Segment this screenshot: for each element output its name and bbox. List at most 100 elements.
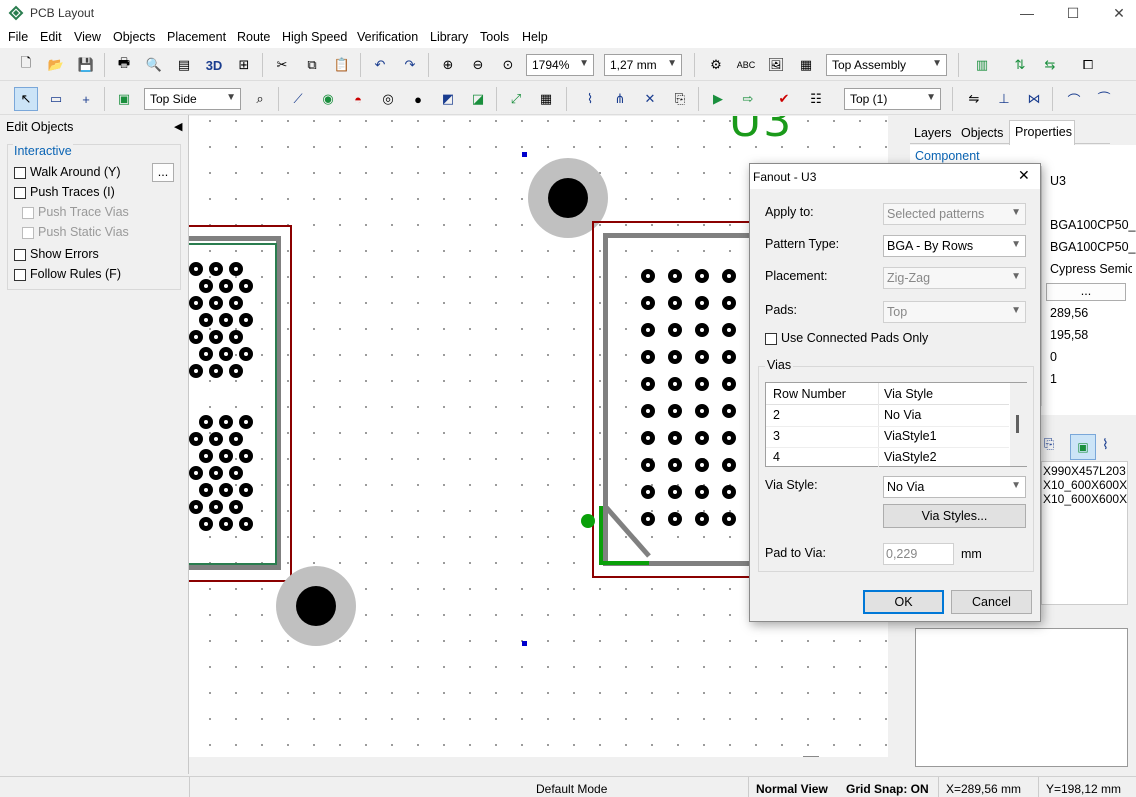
bga-pad[interactable] <box>668 512 682 526</box>
table-scrollbar[interactable] <box>1010 383 1027 466</box>
zoom-in-icon[interactable]: ⊕ <box>436 53 460 77</box>
tab-layers[interactable]: Layers <box>914 126 952 140</box>
component-wizard-icon[interactable]: ⚙ <box>704 53 728 77</box>
bga-pad[interactable] <box>199 415 213 429</box>
bga-pad[interactable] <box>219 415 233 429</box>
bga-pad[interactable] <box>668 404 682 418</box>
zoom-fit-icon[interactable]: ⊙ <box>496 53 520 77</box>
bga-pad[interactable] <box>209 262 223 276</box>
bga-pad[interactable] <box>199 449 213 463</box>
table-row-style[interactable]: ViaStyle1 <box>884 429 937 443</box>
fanout-icon[interactable]: ⋔ <box>608 87 632 111</box>
view-3d-button[interactable]: 3D <box>202 53 226 77</box>
length-tune-icon[interactable]: ⊥ <box>992 87 1016 111</box>
redo-icon[interactable]: ↷ <box>398 53 422 77</box>
via-style-select[interactable]: No Via ▼ <box>883 476 1026 498</box>
bga-pad[interactable] <box>641 323 655 337</box>
place-via-icon[interactable]: ◉ <box>316 87 340 111</box>
diff-pair-icon[interactable]: ⋈ <box>1022 87 1046 111</box>
bga-pad[interactable] <box>229 432 243 446</box>
status-grid-snap[interactable]: Grid Snap: ON <box>846 782 929 796</box>
spell-check-icon[interactable]: ABC <box>734 53 758 77</box>
bga-pad[interactable] <box>668 269 682 283</box>
qr-code-icon[interactable]: ▦ <box>794 53 818 77</box>
table-row-style[interactable]: No Via <box>884 408 921 422</box>
board-icon[interactable]: ▥ <box>970 53 994 77</box>
assembly-select[interactable]: Top Assembly ▼ <box>826 54 947 76</box>
bga-pad[interactable] <box>239 517 253 531</box>
bga-pad[interactable] <box>668 431 682 445</box>
bga-pad[interactable] <box>722 377 736 391</box>
bga-pad[interactable] <box>239 449 253 463</box>
property-pattern[interactable]: BGA100CP50_ <box>1050 218 1135 232</box>
drc-check-icon[interactable]: ✔ <box>772 87 796 111</box>
pad-icon[interactable]: ◎ <box>376 87 400 111</box>
new-file-icon[interactable]: 🗋 <box>14 53 38 77</box>
zoom-out-icon[interactable]: ⊖ <box>466 53 490 77</box>
apply-to-select[interactable]: Selected patterns ▼ <box>883 203 1026 225</box>
bga-pad[interactable] <box>199 483 213 497</box>
bga-pad[interactable] <box>189 500 203 514</box>
bga-pad[interactable] <box>209 466 223 480</box>
bga-pad[interactable] <box>219 347 233 361</box>
bga-pad[interactable] <box>209 364 223 378</box>
close-icon[interactable]: ✕ <box>1018 167 1030 184</box>
push-static-vias-checkbox[interactable]: Push Static Vias <box>22 225 129 239</box>
bga-pad[interactable] <box>695 269 709 283</box>
mounting-hole-bottom[interactable] <box>276 566 356 646</box>
menu-view[interactable]: View <box>74 30 101 44</box>
table-icon[interactable]: ▦ <box>534 87 558 111</box>
distribute-icon[interactable]: ⇆ <box>1038 53 1062 77</box>
bga-pad[interactable] <box>229 500 243 514</box>
route-trace-icon[interactable]: ⟋ <box>286 87 310 111</box>
bga-pad[interactable] <box>695 377 709 391</box>
bga-pad[interactable] <box>189 262 203 276</box>
bga-pad[interactable] <box>199 347 213 361</box>
interactive-route-icon[interactable]: ⌇ <box>578 87 602 111</box>
menu-edit[interactable]: Edit <box>40 30 62 44</box>
menu-route[interactable]: Route <box>237 30 270 44</box>
property-layer[interactable]: 1 <box>1050 372 1057 386</box>
bga-pad[interactable] <box>189 466 203 480</box>
push-trace-vias-checkbox[interactable]: Push Trace Vias <box>22 205 129 219</box>
swap-icon[interactable]: ⇋ <box>962 87 986 111</box>
bga-pad[interactable] <box>722 404 736 418</box>
route-arc-icon[interactable]: ◓ <box>346 87 370 111</box>
bga-pad[interactable] <box>239 415 253 429</box>
bga-pad[interactable] <box>209 330 223 344</box>
zoom-select[interactable]: 1794% ▼ <box>526 54 594 76</box>
bga-pad[interactable] <box>695 431 709 445</box>
hole-icon[interactable]: ● <box>406 87 430 111</box>
grid-select[interactable]: 1,27 mm ▼ <box>604 54 682 76</box>
open-folder-icon[interactable]: 📂 <box>44 53 68 77</box>
select-area-icon[interactable]: ▭ <box>44 87 68 111</box>
binoculars-icon[interactable]: ⌕ <box>248 87 272 111</box>
crosshair-icon[interactable]: + <box>74 87 98 111</box>
plane-icon[interactable]: ◪ <box>466 87 490 111</box>
menu-verification[interactable]: Verification <box>357 30 418 44</box>
property-details-button[interactable]: ... <box>1046 283 1126 301</box>
report-icon[interactable]: ▤ <box>172 53 196 77</box>
drc-report-icon[interactable]: ☷ <box>804 87 828 111</box>
bga-pad[interactable] <box>668 458 682 472</box>
bga-pad[interactable] <box>668 350 682 364</box>
autoroute-step-icon[interactable]: ⇨ <box>736 87 760 111</box>
push-traces-checkbox[interactable]: Push Traces (I) <box>14 185 115 199</box>
pattern-line[interactable]: X10_600X600X: <box>1042 478 1127 492</box>
bga-pad[interactable] <box>239 279 253 293</box>
bga-pad[interactable] <box>722 431 736 445</box>
bga-pad[interactable] <box>695 404 709 418</box>
layer-select[interactable]: Top (1) ▼ <box>844 88 941 110</box>
table-row-number[interactable]: 4 <box>773 450 780 464</box>
property-refdes[interactable]: U3 <box>1050 174 1066 188</box>
bga-pad[interactable] <box>209 432 223 446</box>
resize-grip[interactable] <box>803 756 819 757</box>
bga-pad[interactable] <box>695 458 709 472</box>
unroute-icon[interactable]: ✕ <box>638 87 662 111</box>
bga-pad[interactable] <box>229 296 243 310</box>
bga-pad[interactable] <box>695 350 709 364</box>
bga-pad[interactable] <box>641 377 655 391</box>
status-view[interactable]: Normal View <box>756 782 828 796</box>
bga-pad[interactable] <box>209 500 223 514</box>
bga-pad[interactable] <box>668 323 682 337</box>
